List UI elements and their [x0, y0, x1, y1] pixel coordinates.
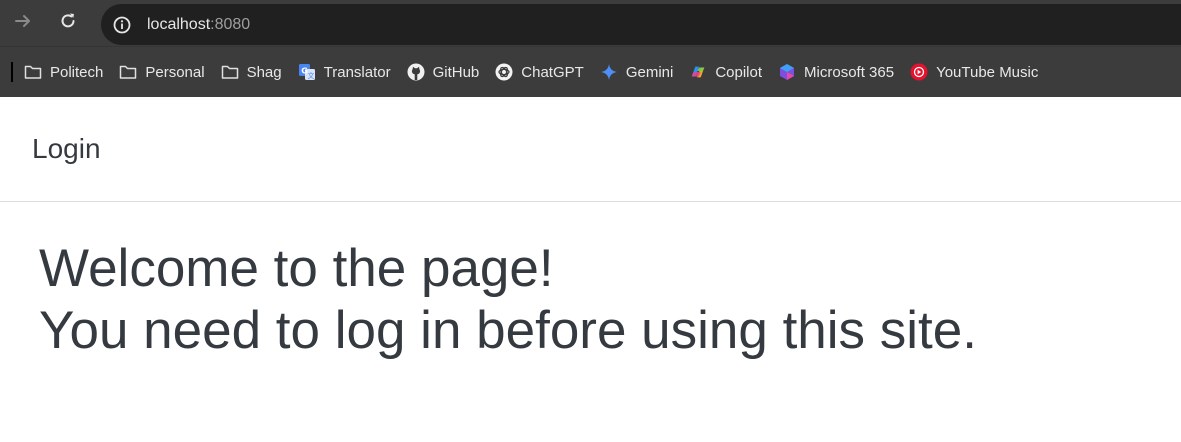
login-link[interactable]: Login — [32, 133, 101, 165]
bookmark-microsoft-365[interactable]: Microsoft 365 — [776, 56, 901, 88]
bookmark-label: Personal — [145, 63, 205, 81]
bookmark-label: GitHub — [432, 63, 480, 81]
hero: Welcome to the page! You need to log in … — [0, 202, 1181, 362]
chatgpt-icon — [495, 63, 513, 81]
folder-icon — [221, 63, 239, 81]
url-port: :8080 — [210, 15, 251, 33]
bookmarks-caret — [11, 62, 13, 82]
bookmark-label: Gemini — [625, 63, 674, 81]
arrow-right-icon — [13, 11, 33, 36]
bookmarks-bar: Politech Personal Shag G 文 Translator Gi… — [0, 46, 1181, 97]
url-text[interactable]: localhost:8080 — [147, 16, 250, 34]
browser-toolbar: localhost:8080 — [0, 0, 1181, 46]
page-content: Login Welcome to the page! You need to l… — [0, 97, 1181, 362]
bookmark-chatgpt[interactable]: ChatGPT — [493, 56, 591, 88]
bookmark-label: Shag — [246, 63, 282, 81]
google-translate-icon: G 文 — [298, 63, 316, 81]
welcome-heading: Welcome to the page! — [39, 239, 554, 298]
login-required-heading: You need to log in before using this sit… — [39, 301, 977, 360]
bookmark-label: Copilot — [715, 63, 763, 81]
bookmark-gemini[interactable]: Gemini — [598, 56, 681, 88]
microsoft-365-icon — [778, 63, 796, 81]
bookmark-github[interactable]: GitHub — [405, 56, 487, 88]
forward-button[interactable] — [10, 10, 36, 36]
github-icon — [407, 63, 425, 81]
bookmark-copilot[interactable]: Copilot — [687, 56, 769, 88]
bookmark-youtube-music[interactable]: YouTube Music — [908, 56, 1045, 88]
folder-icon — [24, 63, 42, 81]
bookmark-label: Microsoft 365 — [804, 63, 895, 81]
reload-button[interactable] — [55, 10, 81, 36]
bookmark-label: Translator — [323, 63, 391, 81]
folder-icon — [119, 63, 137, 81]
bookmark-translator[interactable]: G 文 Translator — [296, 56, 398, 88]
bookmark-shag[interactable]: Shag — [219, 56, 289, 88]
info-circle-icon[interactable] — [111, 14, 133, 36]
bookmark-label: ChatGPT — [521, 63, 584, 81]
bookmark-label: Politech — [50, 63, 104, 81]
bookmark-politech[interactable]: Politech — [22, 56, 110, 88]
youtube-music-icon — [910, 63, 928, 81]
navbar: Login — [0, 97, 1181, 202]
address-bar[interactable]: localhost:8080 — [101, 4, 1181, 45]
bookmark-label: YouTube Music — [936, 63, 1039, 81]
reload-icon — [58, 11, 78, 36]
bookmark-personal[interactable]: Personal — [117, 56, 211, 88]
url-host: localhost — [147, 15, 211, 33]
copilot-icon — [689, 63, 707, 81]
gemini-icon — [600, 63, 618, 81]
svg-text:文: 文 — [307, 71, 314, 80]
